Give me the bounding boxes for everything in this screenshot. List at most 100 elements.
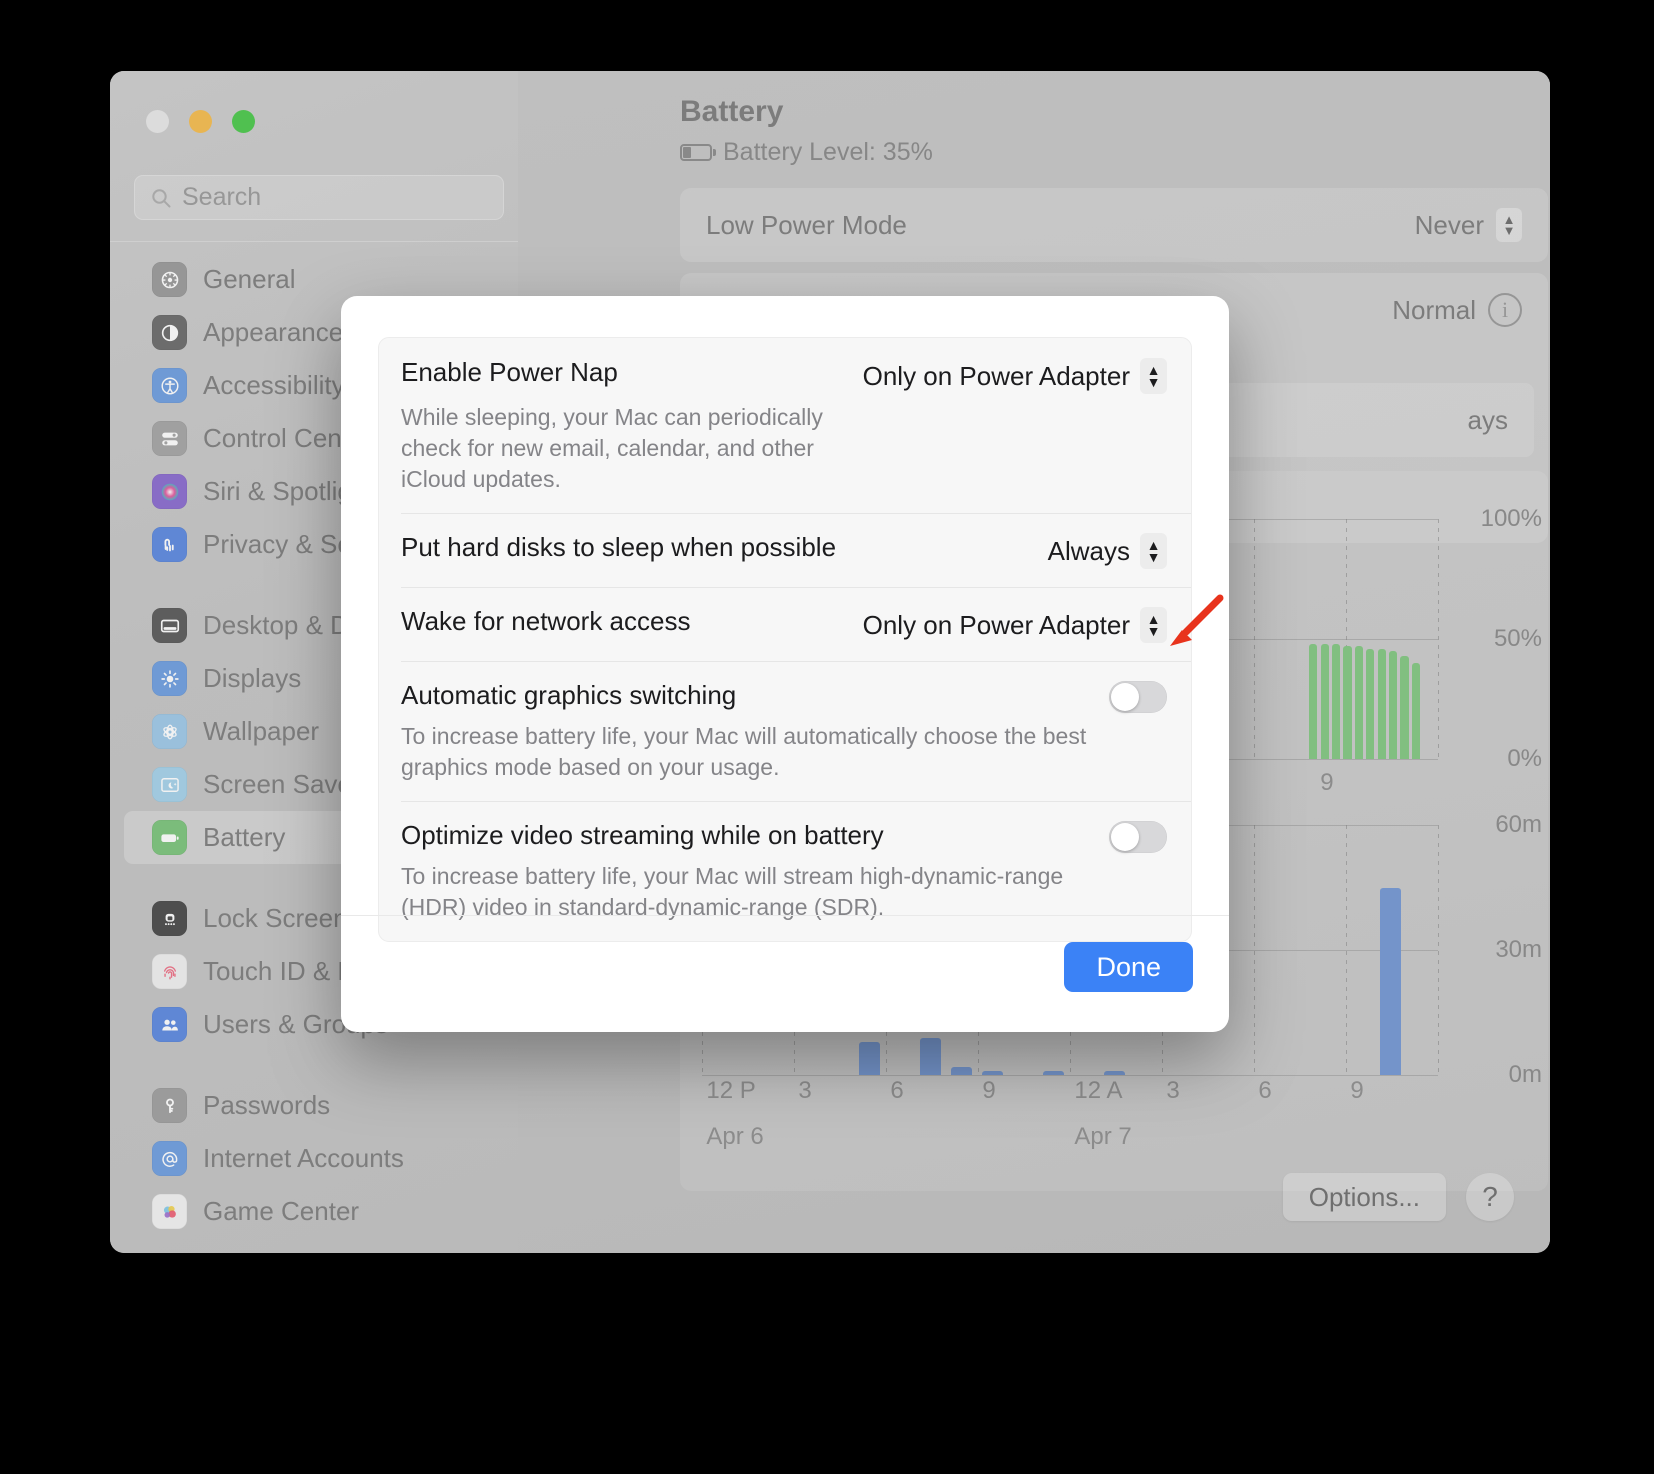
sheet-footer: Done — [341, 915, 1229, 1032]
toggle-knob — [1111, 823, 1139, 852]
desktop-dock-icon — [152, 608, 187, 643]
search-field[interactable]: Search — [134, 175, 504, 220]
x-axis-tick-label: 12 A — [1074, 1077, 1123, 1104]
at-icon — [152, 1141, 187, 1176]
siri-icon — [152, 474, 187, 509]
sheet-row-title: Optimize video streaming while on batter… — [401, 820, 884, 851]
sidebar-item-passwords[interactable]: Passwords — [124, 1079, 504, 1132]
vertical-grid-dash — [1254, 825, 1255, 1075]
toggle-switch[interactable] — [1109, 821, 1167, 854]
toggle-knob — [1111, 683, 1139, 712]
y-axis-tick-label: 0% — [1507, 745, 1542, 772]
y-axis-tick-label: 50% — [1493, 625, 1542, 652]
window-controls[interactable] — [146, 110, 255, 133]
sidebar-divider — [110, 241, 518, 242]
sheet-row-title: Wake for network access — [401, 606, 691, 637]
help-button[interactable]: ? — [1466, 1173, 1514, 1221]
sidebar-item-label: Battery — [203, 822, 286, 852]
sidebar-item-label: Lock Screen — [203, 903, 348, 933]
vertical-grid-dash — [1346, 825, 1347, 1075]
bar — [1366, 648, 1375, 759]
screen: Search General Appearance Accessibility Con… — [0, 0, 1654, 1474]
sheet-row-put-hard-disks-to-sleep-when-possible: Put hard disks to sleep when possible Alw… — [379, 513, 1191, 587]
popup-value: Only on Power Adapter — [862, 360, 1130, 391]
x-axis-tick-label: 6 — [890, 1077, 904, 1104]
bar — [1377, 648, 1386, 759]
gear-icon — [152, 262, 187, 297]
chevron-updown-icon: ▲ ▼ — [1140, 607, 1167, 644]
y-axis-tick-label: 0m — [1508, 1061, 1542, 1088]
lock-icon — [152, 901, 187, 936]
sidebar-item-label: Screen Saver — [203, 769, 361, 799]
sheet-row-title: Automatic graphics switching — [401, 680, 737, 711]
zoom-button[interactable] — [232, 110, 255, 133]
sidebar-item-label: Appearance — [203, 317, 344, 347]
chevron-updown-icon[interactable]: ▲ ▼ — [1496, 208, 1522, 242]
sidebar-item-internet-accounts[interactable]: Internet Accounts — [124, 1132, 504, 1185]
x-axis-tick-label: 3 — [1166, 1077, 1180, 1104]
info-icon[interactable]: i — [1488, 293, 1522, 327]
touch-id-icon — [152, 954, 187, 989]
toggle-switch[interactable] — [1109, 681, 1167, 714]
popup-button[interactable]: Only on Power Adapter ▲ ▼ — [862, 607, 1167, 644]
search-icon — [152, 188, 171, 207]
sidebar-item-label: Passwords — [203, 1090, 331, 1120]
minimize-button[interactable] — [189, 110, 212, 133]
bar — [1400, 655, 1409, 759]
displays-icon — [152, 661, 187, 696]
bar — [1354, 646, 1363, 759]
chevron-updown-icon: ▲ ▼ — [1140, 358, 1167, 394]
bar — [859, 1041, 881, 1075]
done-button[interactable]: Done — [1064, 942, 1193, 992]
low-power-mode-card: Low Power Mode Never ▲ ▼ — [680, 188, 1548, 262]
battery-low-icon — [680, 144, 716, 161]
bar — [1320, 643, 1329, 759]
sidebar-item-game-center[interactable]: Game Center — [124, 1185, 504, 1238]
sheet-row-description: To increase battery life, your Mac will … — [401, 863, 1064, 921]
sheet-row-title: Put hard disks to sleep when possible — [401, 532, 837, 563]
sidebar-item-label: General — [203, 264, 296, 294]
vertical-grid-dash — [1438, 825, 1439, 1075]
x-axis-tick-label: 3 — [798, 1077, 812, 1104]
low-power-mode-value-text: Never — [1414, 209, 1484, 240]
control-center-icon — [152, 421, 187, 456]
sheet-row-header: Wake for network access Only on Power Ada… — [401, 606, 1167, 644]
bar — [1380, 887, 1402, 1075]
sheet-row-header: Put hard disks to sleep when possible Alw… — [401, 532, 1167, 570]
users-icon — [152, 1007, 187, 1042]
sheet-settings-group: Enable Power Nap Only on Power Adapter ▲ ▼ W… — [378, 337, 1192, 943]
battery-health-value: Normal i — [1392, 293, 1522, 327]
page-title: Battery — [680, 95, 784, 128]
sheet-row-title: Enable Power Nap — [401, 357, 618, 387]
appearance-icon — [152, 315, 187, 350]
search-placeholder: Search — [182, 183, 262, 211]
x-axis-day-label: Apr 7 — [1074, 1123, 1132, 1150]
sidebar-item-label: Game Center — [203, 1196, 360, 1226]
close-button[interactable] — [146, 110, 169, 133]
y-axis-tick-label: 100% — [1480, 505, 1542, 532]
battery-level-text: Battery Level: 35% — [723, 138, 933, 166]
low-power-mode-value[interactable]: Never ▲ ▼ — [1415, 208, 1522, 242]
popup-button[interactable]: Always ▲ ▼ — [1047, 533, 1167, 570]
power-options-sheet: Enable Power Nap Only on Power Adapter ▲ ▼ W… — [341, 296, 1229, 1032]
battery-icon — [152, 820, 187, 855]
sidebar-item-label: Accessibility — [203, 370, 345, 400]
sheet-row-header: Automatic graphics switching — [401, 680, 1167, 714]
vertical-grid-dash — [1438, 519, 1439, 759]
x-axis-tick-label: 9 — [1350, 1077, 1364, 1104]
sidebar-item-label: Displays — [203, 663, 302, 693]
popup-value: Always — [1047, 535, 1130, 566]
options-button[interactable]: Options... — [1282, 1173, 1446, 1221]
sheet-row-description: While sleeping, your Mac can periodicall… — [401, 404, 823, 493]
bar — [1332, 643, 1341, 759]
sheet-row-automatic-graphics-switching: Automatic graphics switching To increase … — [379, 661, 1191, 801]
game-center-icon — [152, 1194, 187, 1229]
bar — [1411, 663, 1420, 759]
x-axis-partial-tick: 9 — [1320, 769, 1334, 796]
sheet-row-wake-for-network-access: Wake for network access Only on Power Ada… — [379, 587, 1191, 661]
sheet-row-enable-power-nap: Enable Power Nap Only on Power Adapter ▲ ▼ W… — [379, 338, 1191, 513]
bar — [920, 1037, 942, 1075]
row-low-power-mode[interactable]: Low Power Mode Never ▲ ▼ — [680, 188, 1548, 262]
popup-button[interactable]: Only on Power Adapter ▲ ▼ — [863, 358, 1167, 394]
popup-value: Only on Power Adapter — [862, 609, 1130, 640]
